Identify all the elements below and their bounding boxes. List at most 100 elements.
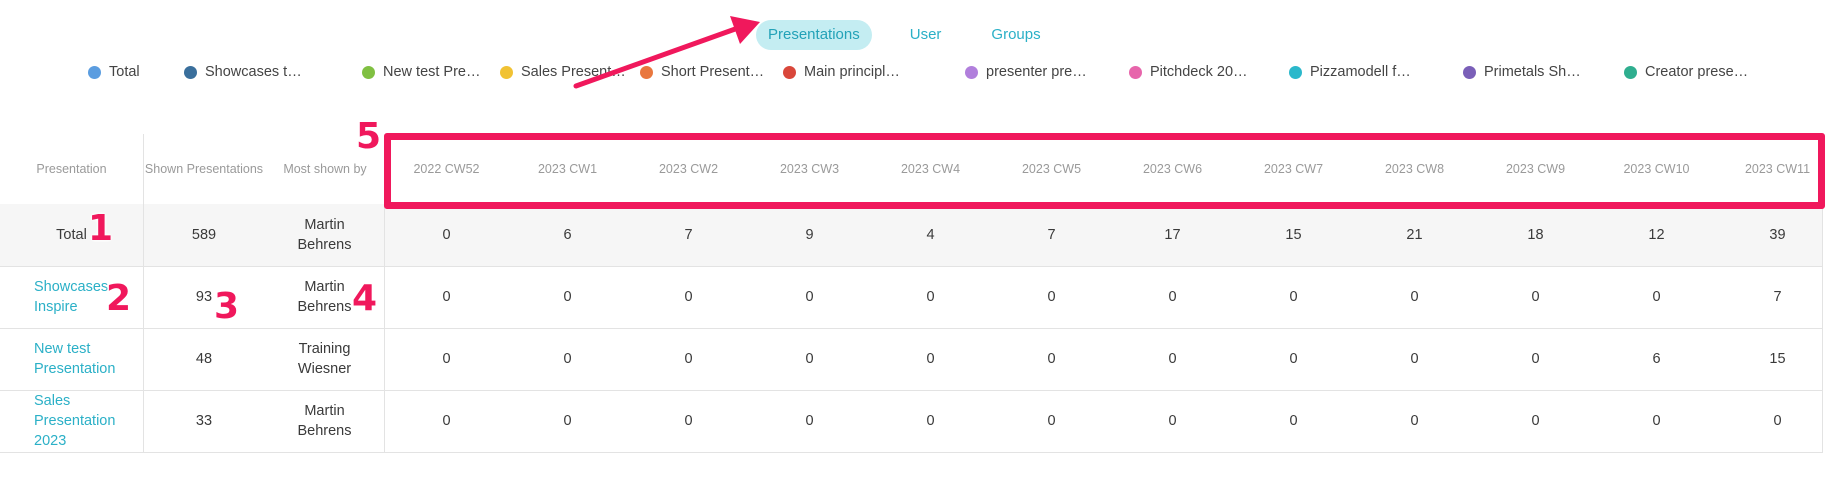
legend-item[interactable]: Pitchdeck 20… xyxy=(1129,64,1248,80)
tab-user[interactable]: User xyxy=(898,20,954,50)
week-value: 0 xyxy=(1168,289,1177,305)
view-tabs: Presentations User Groups xyxy=(756,20,1079,50)
header-week[interactable]: 2023 CW5 xyxy=(991,134,1112,204)
legend-label: Main principl… xyxy=(804,64,900,80)
week-value: 0 xyxy=(684,413,693,429)
week-value: 0 xyxy=(926,289,935,305)
legend-label: Primetals Sh… xyxy=(1484,64,1581,80)
table-right-border xyxy=(1822,134,1823,452)
week-value: 0 xyxy=(1410,289,1419,305)
shown-count: 48 xyxy=(195,351,213,367)
legend-dot-icon xyxy=(965,65,978,79)
legend-label: presenter pre… xyxy=(986,64,1087,80)
week-value: 0 xyxy=(805,351,814,367)
legend-item[interactable]: Primetals Sh… xyxy=(1463,64,1581,80)
most-shown-by-user: Training Wiesner xyxy=(265,328,385,390)
header-week[interactable]: 2023 CW6 xyxy=(1112,134,1233,204)
most-shown-by-user: Martin Behrens xyxy=(265,204,385,266)
legend-label: Total xyxy=(109,64,140,80)
legend-item[interactable]: Creator prese… xyxy=(1624,64,1748,80)
week-value: 0 xyxy=(1168,413,1177,429)
week-value: 6 xyxy=(563,227,572,243)
week-value: 0 xyxy=(442,351,451,367)
legend-label: Showcases t… xyxy=(205,64,302,80)
week-value: 0 xyxy=(926,351,935,367)
header-week[interactable]: 2023 CW7 xyxy=(1233,134,1354,204)
shown-count: 93 xyxy=(195,289,213,305)
week-value: 18 xyxy=(1527,227,1544,243)
header-week[interactable]: 2023 CW3 xyxy=(749,134,870,204)
legend-item[interactable]: presenter pre… xyxy=(965,64,1087,80)
week-value: 21 xyxy=(1406,227,1423,243)
legend-item[interactable]: Total xyxy=(88,64,140,80)
legend-item[interactable]: New test Pre… xyxy=(362,64,481,80)
week-value: 0 xyxy=(442,289,451,305)
legend-item[interactable]: Showcases t… xyxy=(184,64,302,80)
legend-dot-icon xyxy=(184,65,197,79)
header-week[interactable]: 2023 CW2 xyxy=(628,134,749,204)
legend-dot-icon xyxy=(1624,65,1637,79)
week-value: 4 xyxy=(926,227,935,243)
header-week[interactable]: 2023 CW8 xyxy=(1354,134,1475,204)
shown-count: 33 xyxy=(195,413,213,429)
week-value: 7 xyxy=(1773,289,1782,305)
week-value: 0 xyxy=(1289,289,1298,305)
week-value: 0 xyxy=(926,413,935,429)
presentation-link[interactable]: New test Presentation xyxy=(0,328,144,390)
header-presentation[interactable]: Presentation xyxy=(0,134,144,204)
header-week[interactable]: 2023 CW4 xyxy=(870,134,991,204)
week-value: 0 xyxy=(1652,413,1661,429)
week-value: 0 xyxy=(805,289,814,305)
legend-dot-icon xyxy=(783,65,796,79)
week-value: 0 xyxy=(1047,351,1056,367)
annotation-number-2: 2 xyxy=(106,278,132,319)
header-week[interactable]: 2023 CW1 xyxy=(507,134,628,204)
week-value: 17 xyxy=(1164,227,1181,243)
annotation-number-5: 5 xyxy=(356,116,382,157)
legend-dot-icon xyxy=(1289,65,1302,79)
table-row: Sales Presentation 2023 33 Martin Behrens 0… xyxy=(0,390,1823,453)
total-row: Total 589 Martin Behrens 0 6 7 9 4 7 17 15 21 18 12 39 xyxy=(0,204,1823,267)
most-shown-by-user: Martin Behrens xyxy=(265,390,385,452)
header-shown-presentations[interactable]: Shown Presentations xyxy=(143,134,265,204)
annotation-number-4: 4 xyxy=(352,278,378,319)
annotation-number-3: 3 xyxy=(214,286,240,327)
legend-dot-icon xyxy=(88,65,101,79)
legend-item[interactable]: Main principl… xyxy=(783,64,900,80)
table-row: New test Presentation 48 Training Wiesner 0… xyxy=(0,328,1823,391)
tab-groups[interactable]: Groups xyxy=(979,20,1052,50)
week-value: 0 xyxy=(1047,289,1056,305)
week-value: 7 xyxy=(684,227,693,243)
header-week[interactable]: 2023 CW10 xyxy=(1596,134,1717,204)
week-value: 0 xyxy=(1652,289,1661,305)
header-week[interactable]: 2022 CW52 xyxy=(386,134,507,204)
chart-legend: Total Showcases t… New test Pre… Sales Pres… xyxy=(88,64,1788,88)
total-label: Total xyxy=(0,204,144,266)
week-value: 0 xyxy=(1531,289,1540,305)
week-value: 0 xyxy=(684,351,693,367)
legend-item[interactable]: Pizzamodell f… xyxy=(1289,64,1411,80)
week-value: 9 xyxy=(805,227,814,243)
week-value: 6 xyxy=(1652,351,1661,367)
legend-dot-icon xyxy=(1129,65,1142,79)
week-value: 0 xyxy=(1531,413,1540,429)
week-value: 15 xyxy=(1769,351,1786,367)
week-value: 7 xyxy=(1047,227,1056,243)
week-value: 0 xyxy=(1410,413,1419,429)
week-value: 0 xyxy=(563,413,572,429)
week-value: 39 xyxy=(1769,227,1786,243)
header-week[interactable]: 2023 CW9 xyxy=(1475,134,1596,204)
week-value: 0 xyxy=(563,289,572,305)
week-value: 0 xyxy=(1289,351,1298,367)
header-week[interactable]: 2023 CW11 xyxy=(1717,134,1838,204)
annotation-arrow xyxy=(573,16,760,89)
tab-presentations[interactable]: Presentations xyxy=(756,20,872,50)
week-value: 0 xyxy=(1047,413,1056,429)
legend-dot-icon xyxy=(500,65,513,79)
presentation-link[interactable]: Sales Presentation 2023 xyxy=(0,390,144,452)
week-value: 12 xyxy=(1648,227,1665,243)
week-value: 0 xyxy=(1531,351,1540,367)
annotation-number-1: 1 xyxy=(88,208,114,249)
legend-label: New test Pre… xyxy=(383,64,481,80)
week-value: 0 xyxy=(1289,413,1298,429)
